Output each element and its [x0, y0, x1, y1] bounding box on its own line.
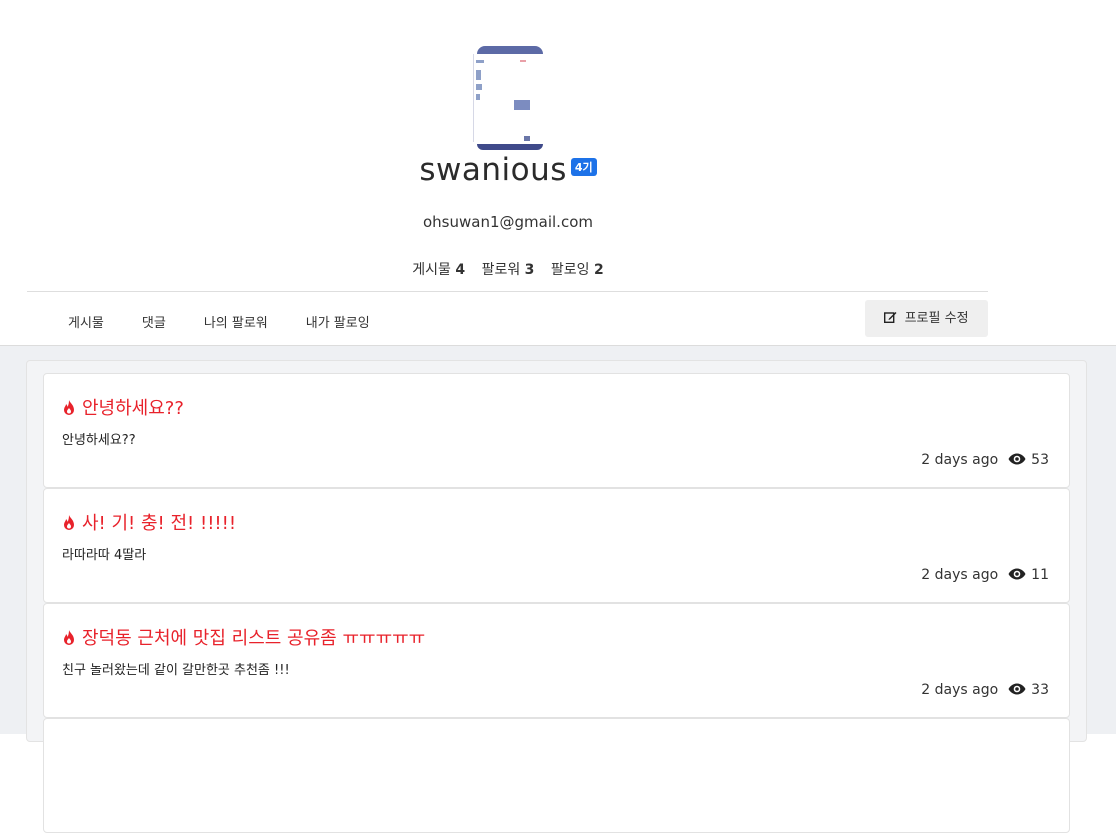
- post-meta: 2 days ago 53: [921, 452, 1049, 468]
- stat-followers[interactable]: 팔로워 3: [482, 262, 535, 278]
- stat-posts-label: 게시물: [412, 262, 451, 278]
- stat-following[interactable]: 팔로잉 2: [551, 262, 604, 278]
- post-time: 2 days ago: [921, 452, 999, 468]
- post-time: 2 days ago: [921, 682, 999, 698]
- eye-icon: [1008, 453, 1026, 465]
- profile-header: swanious 4기 ohsuwan1@gmail.com 게시물 4 팔로워 …: [0, 0, 1116, 345]
- post-title-text: 장덕동 근처에 맛집 리스트 공유좀 ㅠㅠㅠㅠㅠ: [82, 628, 426, 649]
- stat-following-label: 팔로잉: [550, 262, 590, 278]
- post-title[interactable]: 장덕동 근처에 맛집 리스트 공유좀 ㅠㅠㅠㅠㅠ: [62, 624, 425, 650]
- post-title-text: 사! 기! 충! 전! !!!!!: [82, 513, 237, 534]
- profile-stats: 게시물 4 팔로워 3 팔로잉 2: [0, 259, 1016, 279]
- post-views: 11: [1031, 567, 1049, 583]
- stat-followers-label: 팔로워: [481, 262, 521, 278]
- edit-icon: [884, 311, 901, 326]
- post-body: 라따라따 4딸라: [62, 548, 147, 563]
- post-card[interactable]: 사! 기! 충! 전! !!!!! 라따라따 4딸라 2 days ago 11: [43, 488, 1070, 603]
- post-title[interactable]: 사! 기! 충! 전! !!!!!: [62, 509, 236, 535]
- post-meta: 2 days ago 11: [921, 567, 1049, 583]
- edit-profile-button[interactable]: 프로필 수정: [865, 300, 988, 337]
- profile-tabs: 게시물 댓글 나의 팔로워 내가 팔로잉: [68, 312, 408, 331]
- eye-icon: [1008, 683, 1026, 695]
- stat-following-count: 2: [593, 262, 604, 278]
- profile-email: ohsuwan1@gmail.com: [423, 213, 593, 231]
- fire-icon: [64, 400, 74, 415]
- profile-name-text: swanious: [419, 152, 567, 188]
- generation-badge: 4기: [570, 158, 597, 176]
- tab-my-following[interactable]: 내가 팔로잉: [306, 312, 370, 331]
- avatar-frame-top: [477, 46, 543, 54]
- stat-posts[interactable]: 게시물 4: [412, 262, 465, 278]
- fire-icon: [64, 515, 74, 530]
- post-time: 2 days ago: [921, 567, 999, 583]
- avatar[interactable]: [471, 46, 549, 150]
- post-card-partial[interactable]: [43, 718, 1070, 833]
- post-title[interactable]: 안녕하세요??: [62, 394, 184, 420]
- post-list: 안녕하세요?? 안녕하세요?? 2 days ago 53 사! 기! 충! 전!…: [26, 360, 1087, 833]
- tab-posts[interactable]: 게시물: [68, 312, 104, 331]
- fire-icon: [64, 630, 74, 645]
- post-card[interactable]: 장덕동 근처에 맛집 리스트 공유좀 ㅠㅠㅠㅠㅠ 친구 놀러왔는데 같이 갈만한…: [43, 603, 1070, 718]
- header-divider: [27, 291, 988, 292]
- eye-icon: [1008, 568, 1026, 580]
- edit-profile-label: 프로필 수정: [904, 311, 969, 326]
- post-views: 33: [1031, 682, 1049, 698]
- post-meta: 2 days ago 33: [921, 682, 1049, 698]
- profile-name: swanious 4기: [0, 152, 1016, 188]
- post-card[interactable]: 안녕하세요?? 안녕하세요?? 2 days ago 53: [43, 373, 1070, 488]
- avatar-frame-bottom: [477, 144, 543, 150]
- stat-followers-count: 3: [524, 262, 535, 278]
- post-body: 안녕하세요??: [62, 433, 136, 448]
- post-body: 친구 놀러왔는데 같이 갈만한곳 추천좀 !!!: [62, 663, 290, 678]
- tab-my-followers[interactable]: 나의 팔로워: [204, 312, 268, 331]
- stat-posts-count: 4: [455, 262, 466, 278]
- tab-comments[interactable]: 댓글: [142, 312, 166, 331]
- avatar-screen: [473, 54, 534, 142]
- feed-area: 안녕하세요?? 안녕하세요?? 2 days ago 53 사! 기! 충! 전!…: [0, 345, 1116, 833]
- post-views: 53: [1031, 452, 1049, 468]
- post-title-text: 안녕하세요??: [82, 398, 184, 419]
